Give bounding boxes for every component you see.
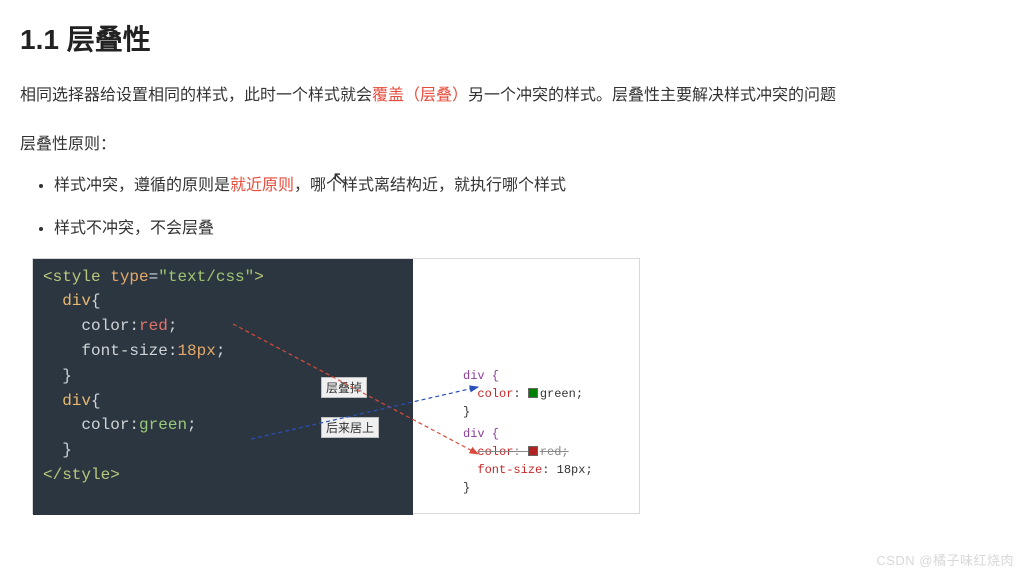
color-swatch-green xyxy=(528,388,538,398)
code-token: green xyxy=(139,416,187,434)
devtools-rule: div { color: green; } xyxy=(463,367,631,421)
code-token: = xyxy=(149,268,159,286)
code-token: 18px xyxy=(177,342,215,360)
code-token: > xyxy=(254,268,264,286)
devtools-panel: div { color: green; } div { color: red; … xyxy=(463,367,631,501)
code-token: } xyxy=(62,441,72,459)
code-token: <style xyxy=(43,268,101,286)
code-token: div xyxy=(62,392,91,410)
code-figure: <style type="text/css"> div{ color:red; … xyxy=(32,258,640,514)
code-token: : xyxy=(129,317,139,335)
code-token: ; xyxy=(216,342,226,360)
devtools-rule: div { color: red; font-size: 18px; } xyxy=(463,425,631,497)
dt-prop: font-size xyxy=(477,463,542,477)
code-token: </style> xyxy=(43,466,120,484)
dt-selector: div { xyxy=(463,427,499,441)
rules-list: 样式冲突，遵循的原则是就近原则，哪个样式离结构近，就执行哪个样式 样式不冲突，不… xyxy=(20,172,1008,244)
code-token: { xyxy=(91,392,101,410)
dt-prop: color xyxy=(477,387,513,401)
rule-highlight: 就近原则 xyxy=(230,177,294,194)
color-swatch-red xyxy=(528,446,538,456)
para-highlight: 覆盖（层叠） xyxy=(372,87,468,104)
dt-value: red xyxy=(540,445,562,459)
rule-item: 样式不冲突，不会层叠 xyxy=(54,215,1008,244)
code-token: red xyxy=(139,317,168,335)
dt-strikethrough: color: red; xyxy=(477,445,568,459)
code-token: font-size xyxy=(81,342,167,360)
section-heading: 1.1 层叠性 xyxy=(20,18,1008,58)
dt-selector: div { xyxy=(463,369,499,383)
dt-value: green xyxy=(540,387,576,401)
annotation-latest-wins: 后来居上 xyxy=(321,417,379,438)
annotation-overridden: 层叠掉 xyxy=(321,377,367,398)
code-token: : xyxy=(129,416,139,434)
code-token: color xyxy=(81,317,129,335)
intro-paragraph: 相同选择器给设置相同的样式，此时一个样式就会覆盖（层叠）另一个冲突的样式。层叠性… xyxy=(20,80,1008,112)
code-token: ; xyxy=(187,416,197,434)
code-token: : xyxy=(168,342,178,360)
dt-close: } xyxy=(463,405,470,419)
rule-post: ，哪个样式离结构近，就执行哪个样式 xyxy=(294,177,566,194)
code-token: color xyxy=(81,416,129,434)
code-token: type xyxy=(101,268,149,286)
code-token: div xyxy=(62,292,91,310)
code-token: { xyxy=(91,292,101,310)
dt-prop: color xyxy=(477,445,513,459)
principle-label: 层叠性原则： xyxy=(20,130,1008,154)
para-post: 另一个冲突的样式。层叠性主要解决样式冲突的问题 xyxy=(468,87,836,104)
rule-pre: 样式不冲突，不会层叠 xyxy=(54,220,214,237)
code-token: "text/css" xyxy=(158,268,254,286)
para-pre: 相同选择器给设置相同的样式，此时一个样式就会 xyxy=(20,87,372,104)
code-token: } xyxy=(62,367,72,385)
code-token: ; xyxy=(168,317,178,335)
dt-value: 18px xyxy=(557,463,586,477)
rule-pre: 样式冲突，遵循的原则是 xyxy=(54,177,230,194)
dt-close: } xyxy=(463,481,470,495)
rule-item: 样式冲突，遵循的原则是就近原则，哪个样式离结构近，就执行哪个样式 xyxy=(54,172,1008,201)
watermark: CSDN @橘子味红烧肉 xyxy=(876,550,1014,569)
